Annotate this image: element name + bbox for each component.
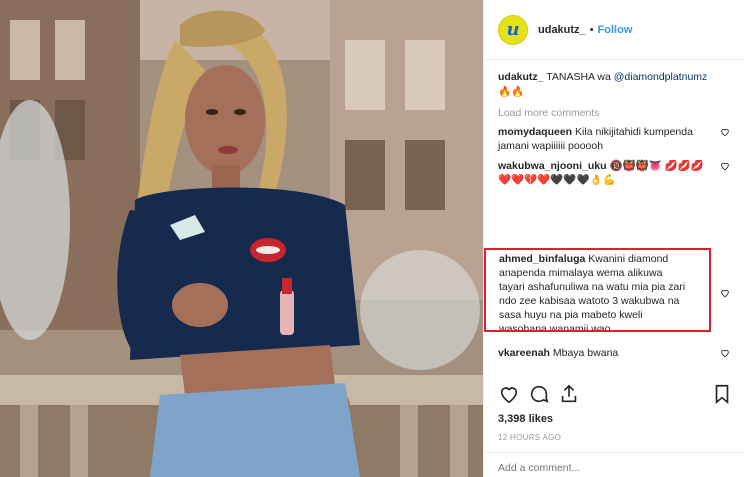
load-more-comments[interactable]: Load more comments — [498, 107, 730, 119]
add-comment-bar — [484, 452, 744, 477]
like-comment-heart-icon[interactable] — [720, 127, 730, 137]
comment-item: momydaqueen Kila nikijitahidi kumpenda j… — [498, 125, 730, 153]
post-header: u udakutz_ • Follow — [484, 0, 744, 60]
post-side-panel: u udakutz_ • Follow udakutz_ TANASHA wa … — [483, 0, 744, 477]
comment-username[interactable]: vkareenah — [498, 347, 550, 359]
likes-count[interactable]: 3,398 likes — [498, 413, 553, 425]
comment-bubble-icon[interactable] — [528, 383, 550, 405]
post-actions — [498, 383, 733, 409]
comment-username[interactable]: ahmed_binfaluga — [499, 253, 585, 265]
comment-username[interactable]: wakubwa_njooni_uku — [498, 160, 607, 172]
comment-item: vkareenah Mbaya bwana — [498, 346, 730, 360]
post-photo[interactable] — [0, 0, 483, 477]
comment-item: ahmed_binfaluga Kwanini diamond anapenda… — [499, 252, 687, 330]
header-username[interactable]: udakutz_ — [538, 24, 586, 36]
follow-button[interactable]: Follow — [598, 24, 633, 36]
highlighted-comment: ahmed_binfaluga Kwanini diamond anapenda… — [484, 248, 711, 332]
caption-username[interactable]: udakutz_ — [498, 71, 544, 83]
like-comment-heart-icon[interactable] — [720, 161, 730, 171]
comments-section: udakutz_ TANASHA wa @diamondplatnumz 🔥🔥 … — [484, 60, 744, 374]
comment-username[interactable]: momydaqueen — [498, 126, 572, 138]
caption-mention[interactable]: @diamondplatnumz — [614, 71, 708, 83]
photo-illustration — [0, 0, 483, 477]
comment-item: wakubwa_njooni_uku 🔞👹👹👅 💋💋💋❤️❤️💔❤️🖤🖤🖤👌💪 — [498, 159, 730, 187]
separator-dot: • — [589, 23, 594, 36]
share-upload-icon[interactable] — [558, 383, 580, 405]
add-comment-input[interactable] — [498, 462, 718, 474]
user-avatar[interactable]: u — [498, 14, 528, 45]
like-comment-heart-icon[interactable] — [720, 288, 730, 298]
like-comment-heart-icon[interactable] — [720, 348, 730, 358]
comment-text: Mbaya bwana — [552, 347, 619, 359]
bookmark-icon[interactable] — [711, 383, 733, 405]
post-caption: udakutz_ TANASHA wa @diamondplatnumz 🔥🔥 — [498, 70, 730, 100]
post-timestamp: 12 HOURS AGO — [498, 433, 562, 442]
like-heart-icon[interactable] — [498, 383, 520, 405]
caption-text: TANASHA wa — [546, 71, 611, 83]
caption-emoji: 🔥🔥 — [498, 86, 525, 98]
